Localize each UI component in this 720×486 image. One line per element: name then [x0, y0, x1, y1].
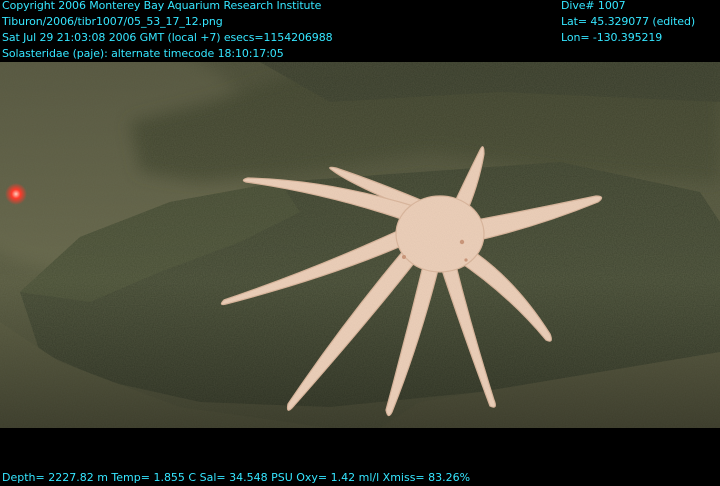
- laser-dot: [5, 183, 27, 205]
- overlay-taxon: Solasteridae (paje): alternate timecode …: [2, 47, 284, 60]
- overlay-timestamp: Sat Jul 29 21:03:08 2006 GMT (local +7) …: [2, 31, 333, 44]
- seafloor-image: [0, 62, 720, 428]
- overlay-copyright: Copyright 2006 Monterey Bay Aquarium Res…: [2, 0, 322, 12]
- overlay-latitude: Lat= 45.329077 (edited): [561, 15, 696, 28]
- overlay-filename: Tiburon/2006/tibr1007/05_53_17_12.png: [2, 15, 223, 28]
- overlay-dive-number: Dive# 1007: [561, 0, 626, 12]
- overlay-sensor-readout: Depth= 2227.82 m Temp= 1.855 C Sal= 34.5…: [2, 471, 471, 484]
- overlay-longitude: Lon= -130.395219: [561, 31, 663, 44]
- video-frame: Copyright 2006 Monterey Bay Aquarium Res…: [0, 0, 720, 486]
- seafloor-scene: [0, 62, 720, 428]
